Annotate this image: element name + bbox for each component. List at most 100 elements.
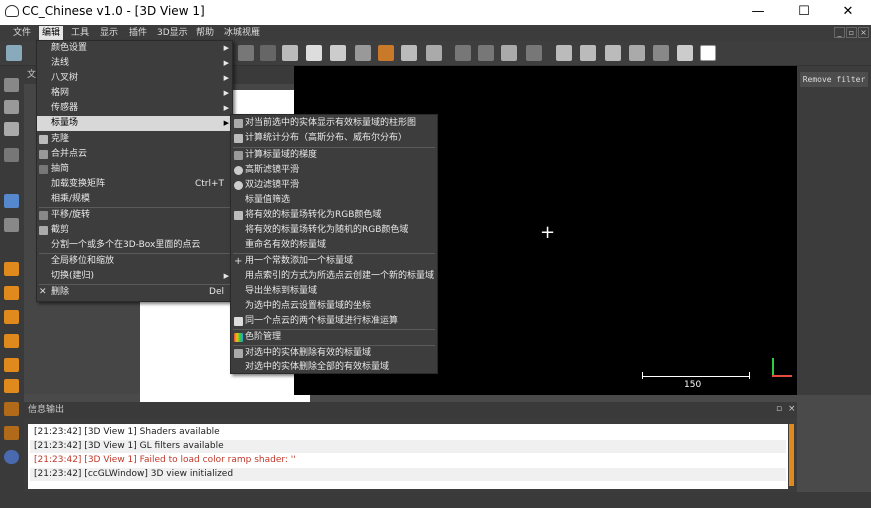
sf-delete-all[interactable]: 对选中的实体删除全部的有效标量域 <box>231 360 436 375</box>
sf-delete[interactable]: 对选中的实体删除有效的标量域 <box>231 346 436 361</box>
sf-filter[interactable]: 标量值筛选 <box>231 193 436 208</box>
sf-bilateral[interactable]: 双边滤镜平滑 <box>231 178 436 193</box>
status-bar <box>0 492 871 508</box>
sf-rename[interactable]: 重命名有效的标量域 <box>231 238 436 253</box>
wrench-icon[interactable] <box>4 78 19 92</box>
menu-help[interactable]: 帮助 <box>193 26 217 40</box>
sf-item-label: 计算标量域的梯度 <box>245 150 318 160</box>
sf-set-coords[interactable]: 为选中的点云设置标量域的坐标 <box>231 299 436 314</box>
edit-menu-split-box[interactable]: 分割一个或多个在3D-Box里面的点云 <box>37 238 232 253</box>
view-left-icon[interactable] <box>4 358 19 372</box>
mdi-restore-button[interactable]: ▫ <box>846 27 857 38</box>
menu-display[interactable]: 显示 <box>97 26 121 40</box>
edit-menu-subsample[interactable]: 抽简 <box>37 162 232 177</box>
menu-tools[interactable]: 工具 <box>68 26 92 40</box>
close-button[interactable]: ✕ <box>825 0 871 25</box>
console-close-icon[interactable]: × <box>788 404 796 414</box>
cloud-points-icon[interactable] <box>306 45 322 61</box>
sf-statistics[interactable]: 计算统计分布（高斯分布、威布尔分布） <box>231 131 436 146</box>
cube-icon[interactable] <box>4 194 19 208</box>
view-front-icon[interactable] <box>4 262 19 276</box>
edit-menu-toggle[interactable]: 切换(建归) ▶ <box>37 269 232 284</box>
flickr-dots-icon[interactable] <box>4 450 19 464</box>
measure-icon[interactable] <box>4 100 19 114</box>
mdi-close-button[interactable]: × <box>858 27 869 38</box>
view-back-icon[interactable] <box>4 286 19 300</box>
edit-menu-global-shift[interactable]: 全局移位和缩放 <box>37 254 232 269</box>
console-float-icon[interactable]: ▫ <box>776 404 782 414</box>
pick-icon[interactable] <box>455 45 471 61</box>
sf-item-label: 标量值筛选 <box>245 195 291 205</box>
open-icon[interactable] <box>6 45 22 61</box>
edit-menu-clone[interactable]: 克隆 <box>37 132 232 147</box>
ball-icon[interactable] <box>378 45 394 61</box>
view-right-icon[interactable] <box>4 379 19 393</box>
mesh-icon[interactable] <box>282 45 298 61</box>
align-icon[interactable] <box>605 45 621 61</box>
menu-custom[interactable]: 冰城视雁 <box>221 26 263 40</box>
sf-color-scales[interactable]: 色阶管理 <box>231 330 436 345</box>
menu-edit[interactable]: 编辑 <box>39 26 64 40</box>
sf-to-random-rgb[interactable]: 将有效的标量场转化为随机的RGB颜色域 <box>231 223 436 238</box>
minimize-button[interactable]: — <box>735 0 781 25</box>
sf-histogram[interactable]: 对当前选中的实体显示有效标量域的柱形图 <box>231 116 436 131</box>
console-scrollbar[interactable] <box>789 424 794 486</box>
edit-menu-color-settings[interactable]: 颜色设置 ▶ <box>37 41 232 56</box>
menu-file[interactable]: 文件 <box>10 26 34 40</box>
left-tool-column <box>0 66 24 508</box>
edit-menu-multiply-scale[interactable]: 相乘/规模 <box>37 192 232 207</box>
sf-to-rgb[interactable]: 将有效的标量场转化为RGB颜色域 <box>231 208 436 223</box>
edit-menu-item-label: 格网 <box>51 88 70 98</box>
menu-3d-display[interactable]: 3D显示 <box>154 26 191 40</box>
log-line-1: [21:23:42] [3D View 1] GL filters availa… <box>30 440 786 453</box>
remove-filter-button[interactable]: Remove filter <box>800 72 868 87</box>
trash-icon[interactable] <box>677 45 693 61</box>
edit-menu-octree[interactable]: 八叉树 ▶ <box>37 71 232 86</box>
sf-export-coords[interactable]: 导出坐标到标量域 <box>231 284 436 299</box>
view-iso2-icon[interactable] <box>4 426 19 440</box>
move-icon[interactable] <box>4 218 19 232</box>
sf-color-icon[interactable] <box>700 45 716 61</box>
sf-gradient[interactable]: 计算标量域的梯度 <box>231 148 436 163</box>
fit-icon[interactable] <box>355 45 371 61</box>
sf-add-index[interactable]: 用点索引的方式为所选点云创建一个新的标量域 <box>231 269 436 284</box>
plus-icon: + <box>234 256 243 267</box>
edit-menu-scalar-fields[interactable]: 标量场 ▶ <box>37 116 232 131</box>
edit-menu-normals[interactable]: 法线 ▶ <box>37 56 232 71</box>
bilateral-icon <box>234 181 243 190</box>
filter-icon[interactable] <box>238 45 254 61</box>
sf-arithmetic[interactable]: 同一个点云的两个标量域进行标准运算 <box>231 314 436 329</box>
sf-add-constant[interactable]: + 用一个常数添加一个标量域 <box>231 254 436 269</box>
cloud-compare-icon[interactable] <box>330 45 346 61</box>
maximize-button[interactable]: ☐ <box>781 0 827 25</box>
sf-item-label: 用一个常数添加一个标量域 <box>245 256 354 266</box>
edit-menu-load-matrix[interactable]: 加载变换矩阵 Ctrl+T <box>37 177 232 192</box>
point-pick-icon[interactable] <box>478 45 494 61</box>
ruler-icon[interactable] <box>4 122 19 136</box>
noise-icon[interactable] <box>426 45 442 61</box>
box-icon[interactable] <box>501 45 517 61</box>
tool-icon[interactable] <box>260 45 276 61</box>
sf-item-label: 高斯滤镜平滑 <box>245 165 300 175</box>
add-icon[interactable] <box>653 45 669 61</box>
sf-gaussian[interactable]: 高斯滤镜平滑 <box>231 163 436 178</box>
sf-item-label: 对选中的实体删除有效的标量域 <box>245 348 372 358</box>
sf-grid-icon[interactable] <box>629 45 645 61</box>
view-top-icon[interactable] <box>4 310 19 324</box>
mdi-minimize-button[interactable]: _ <box>834 27 845 38</box>
grid-icon[interactable] <box>401 45 417 61</box>
edit-menu-merge[interactable]: 合并点云 <box>37 147 232 162</box>
histogram-icon[interactable] <box>556 45 572 61</box>
menu-plugins[interactable]: 插件 <box>126 26 150 40</box>
view-iso1-icon[interactable] <box>4 402 19 416</box>
crosshair-icon[interactable] <box>4 148 19 162</box>
edit-menu-mesh[interactable]: 格网 ▶ <box>37 86 232 101</box>
edit-menu-sensors[interactable]: 传感器 ▶ <box>37 101 232 116</box>
edit-menu-crop[interactable]: 截剪 <box>37 223 232 238</box>
edit-menu-delete[interactable]: ✕ 删除 Del <box>37 285 232 300</box>
delete-sf-icon <box>234 349 243 358</box>
edit-menu-translate-rotate[interactable]: 平移/旋转 <box>37 208 232 223</box>
distance-icon[interactable] <box>580 45 596 61</box>
view-bottom-icon[interactable] <box>4 334 19 348</box>
segment-icon[interactable] <box>526 45 542 61</box>
